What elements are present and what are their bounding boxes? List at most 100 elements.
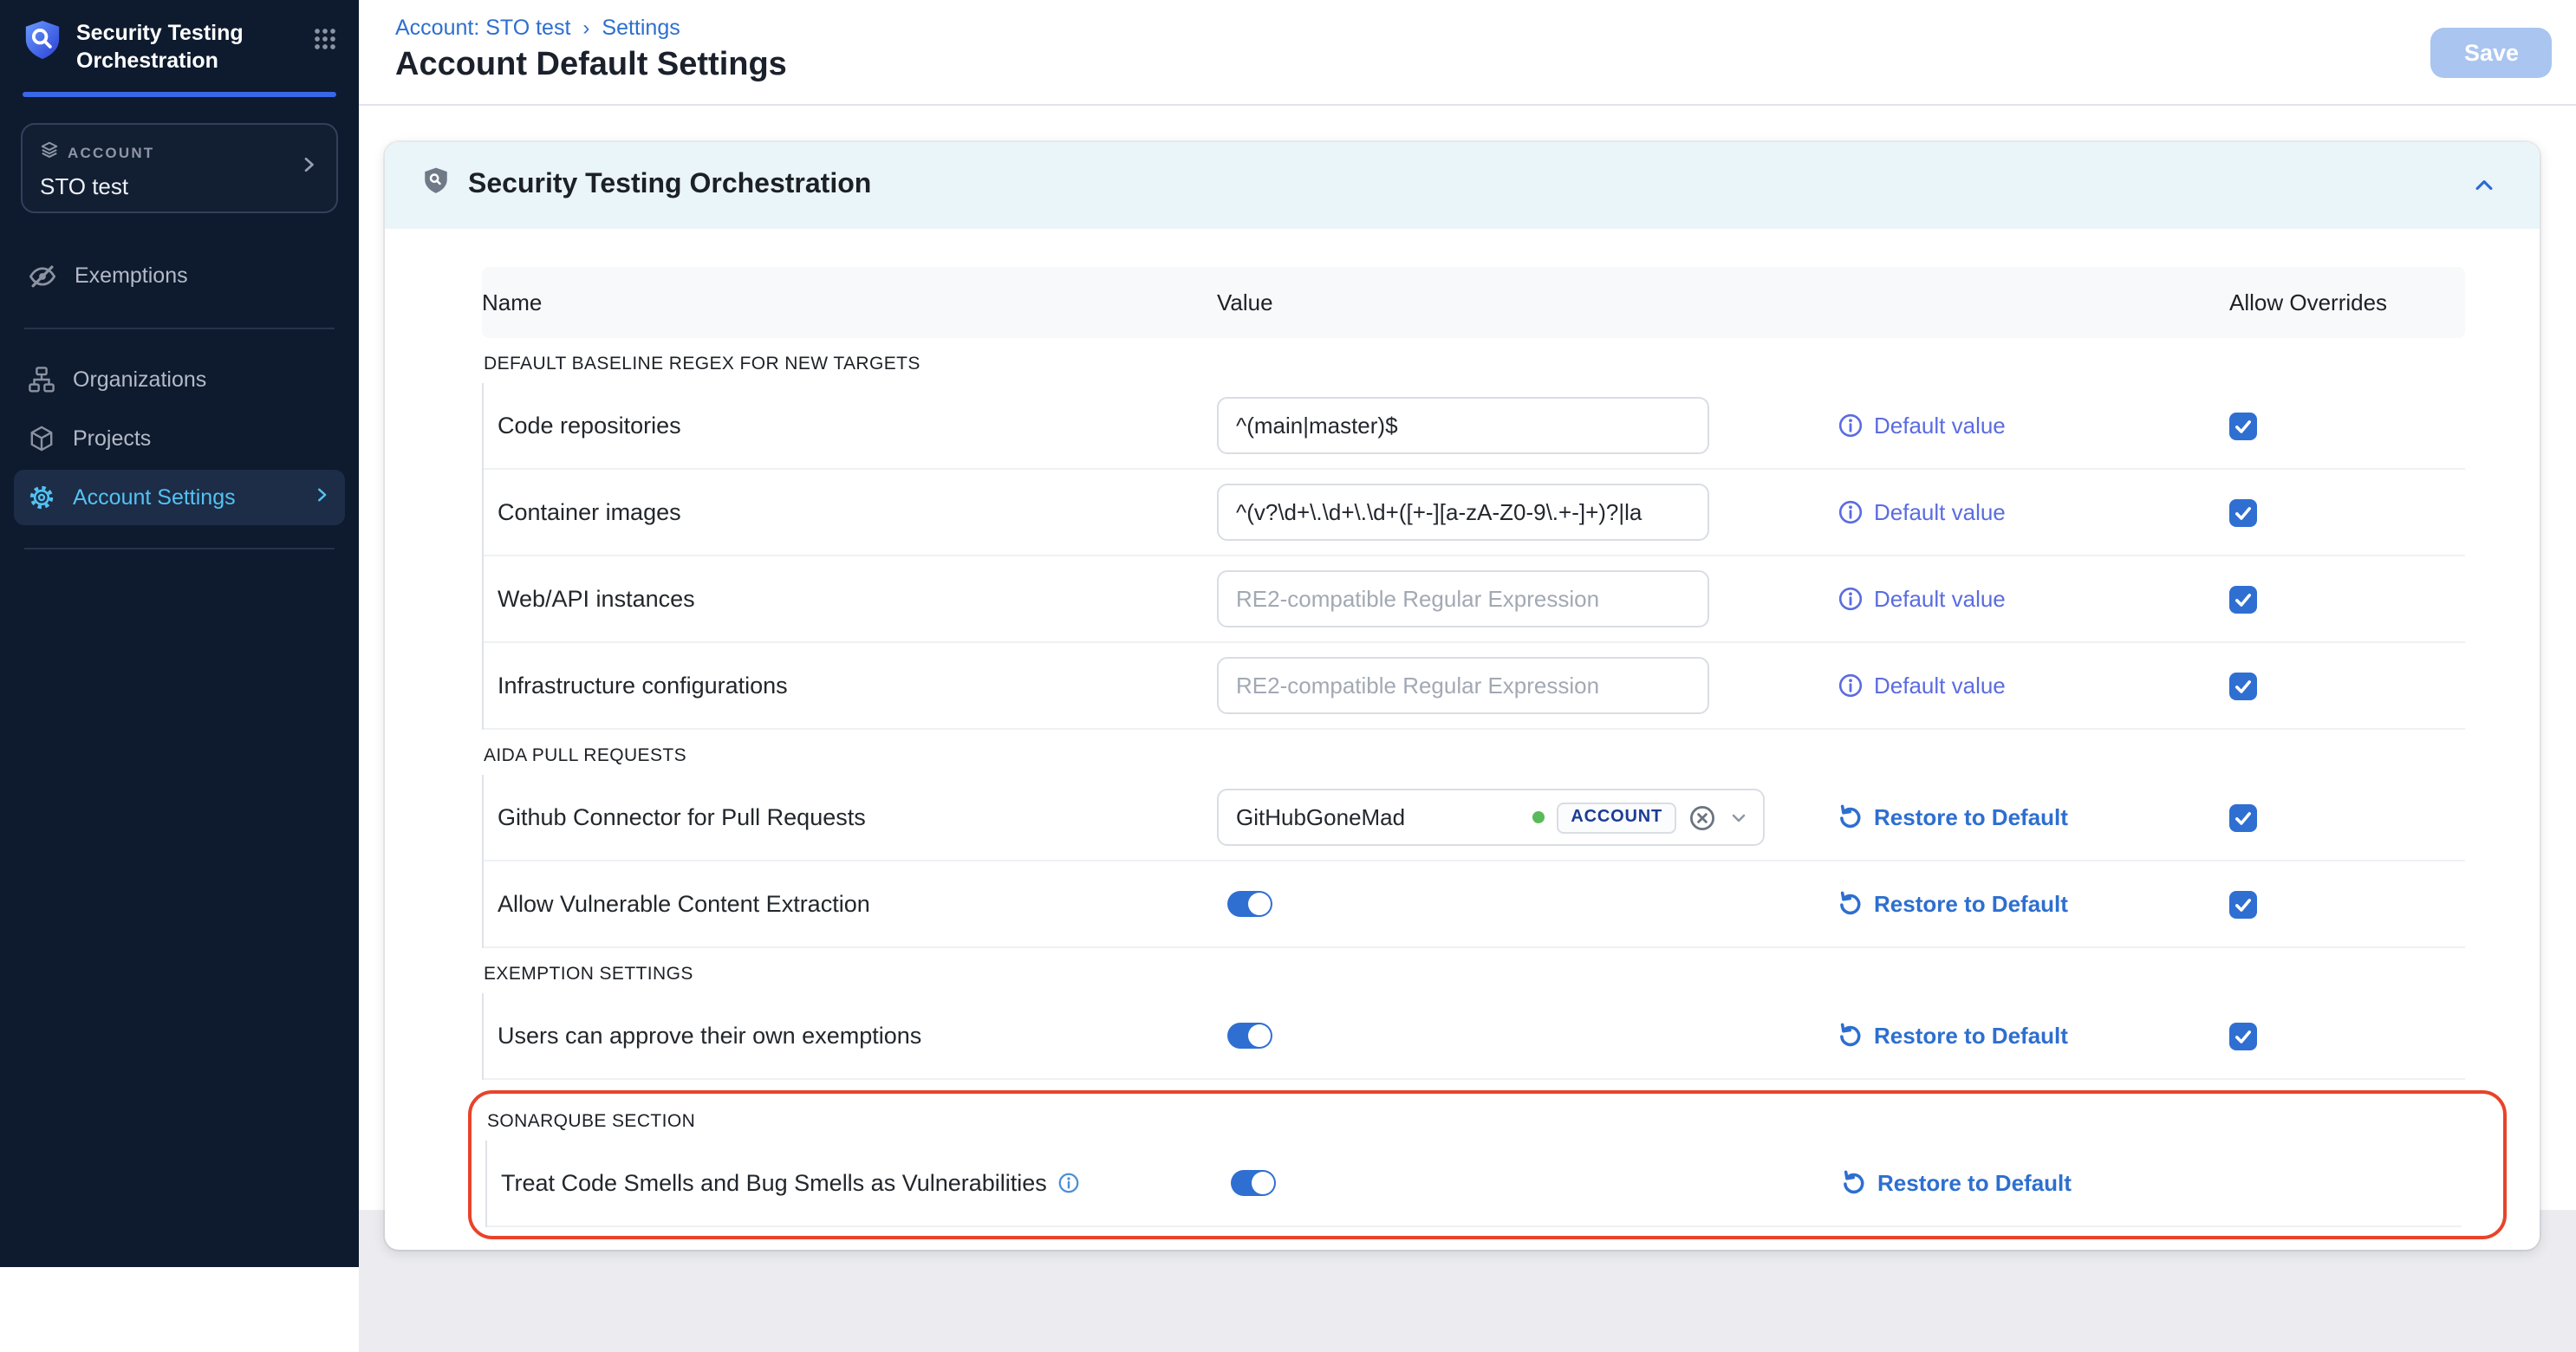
breadcrumb-settings-link[interactable]: Settings xyxy=(602,16,680,40)
connector-select[interactable]: GitHubGoneMadACCOUNT xyxy=(1217,789,1765,846)
app-window: Security Testing Orchestration ACCOUNT S… xyxy=(0,0,2576,1267)
column-header-value: Value xyxy=(1217,289,1838,315)
info-icon xyxy=(1838,586,1864,612)
account-name: STO test xyxy=(40,172,154,198)
table-row: Treat Code Smells and Bug Smells as Vuln… xyxy=(487,1141,2462,1227)
org-chart-icon xyxy=(28,365,55,393)
toggle-switch[interactable] xyxy=(1227,891,1272,917)
table-row: Allow Vulnerable Content Extraction Rest… xyxy=(484,861,2465,948)
allow-overrides-checkbox[interactable] xyxy=(2229,672,2257,699)
connector-status-dot xyxy=(1532,811,1545,823)
restore-icon xyxy=(1838,891,1864,917)
allow-overrides-checkbox[interactable] xyxy=(2229,498,2257,526)
default-value-link[interactable]: Default value xyxy=(1838,413,2006,439)
sidebar-item-projects[interactable]: Projects xyxy=(14,410,345,465)
page-header: Account: STO test › Settings Account Def… xyxy=(359,0,2576,106)
settings-table: Name Value Allow Overrides DEFAULT BASEL… xyxy=(385,229,2540,1250)
sidebar-divider xyxy=(24,327,335,328)
group-label: SONARQUBE SECTION xyxy=(485,1095,2462,1141)
check-icon xyxy=(2233,807,2254,828)
allow-overrides-checkbox[interactable] xyxy=(2229,412,2257,439)
default-value-link[interactable]: Default value xyxy=(1838,499,2006,525)
allow-overrides-checkbox[interactable] xyxy=(2229,1022,2257,1050)
shield-icon xyxy=(423,166,449,205)
value-input[interactable] xyxy=(1217,484,1709,541)
sidebar-item-organizations[interactable]: Organizations xyxy=(14,351,345,406)
sidebar-item-label: Projects xyxy=(73,426,151,450)
check-icon xyxy=(2233,1025,2254,1046)
connector-dropdown-chevron[interactable] xyxy=(1728,807,1749,828)
setting-name: Allow Vulnerable Content Extraction xyxy=(498,891,870,917)
table-header-row: Name Value Allow Overrides xyxy=(482,267,2465,338)
restore-to-default-link[interactable]: Restore to Default xyxy=(1838,891,2068,917)
action-label: Restore to Default xyxy=(1874,804,2068,830)
table-row: Code repositories Default value xyxy=(484,383,2465,470)
chevron-right-icon xyxy=(298,152,319,183)
gear-icon xyxy=(28,483,55,510)
sidebar-divider xyxy=(24,547,335,549)
breadcrumb-account-link[interactable]: Account: STO test xyxy=(395,16,570,40)
restore-icon xyxy=(1838,804,1864,830)
save-button[interactable]: Save xyxy=(2431,28,2552,78)
group-label: DEFAULT BASELINE REGEX FOR NEW TARGETS xyxy=(482,338,2465,383)
app-switcher-grid-icon[interactable] xyxy=(312,26,338,61)
clear-connector-button[interactable] xyxy=(1688,803,1716,831)
value-input[interactable] xyxy=(1217,397,1709,454)
setting-name: Treat Code Smells and Bug Smells as Vuln… xyxy=(501,1170,1047,1196)
info-icon xyxy=(1838,673,1864,699)
annotation-highlight: SONARQUBE SECTION Treat Code Smells and … xyxy=(468,1090,2507,1239)
info-icon xyxy=(1057,1172,1080,1194)
brand: Security Testing Orchestration xyxy=(0,0,359,75)
table-row: Infrastructure configurations Default va… xyxy=(484,643,2465,730)
allow-overrides-checkbox[interactable] xyxy=(2229,803,2257,831)
value-input[interactable] xyxy=(1217,657,1709,714)
sidebar-item-exemptions[interactable]: Exemptions xyxy=(14,247,345,304)
setting-name: Container images xyxy=(498,499,681,525)
layers-icon xyxy=(40,136,59,167)
clear-connector-icon[interactable] xyxy=(1688,803,1716,831)
setting-name: Web/API instances xyxy=(498,586,695,612)
sidebar-item-label: Account Settings xyxy=(73,484,236,509)
group-rows: Code repositories Default value Containe… xyxy=(482,383,2465,730)
restore-to-default-link[interactable]: Restore to Default xyxy=(1841,1170,2072,1196)
scope-badge: ACCOUNT xyxy=(1557,802,1676,833)
app-logo-shield-icon xyxy=(23,19,62,71)
action-label: Restore to Default xyxy=(1874,1023,2068,1049)
default-value-link[interactable]: Default value xyxy=(1838,586,2006,612)
cube-icon xyxy=(28,424,55,452)
info-icon xyxy=(1838,499,1864,525)
brand-underline xyxy=(23,91,336,96)
sidebar-item-label: Exemptions xyxy=(75,263,188,288)
sidebar-menu: Exemptions Organizations Projects Accoun xyxy=(0,244,359,571)
restore-to-default-link[interactable]: Restore to Default xyxy=(1838,804,2068,830)
table-row: Container images Default value xyxy=(484,470,2465,556)
chevron-down-icon[interactable] xyxy=(1728,807,1749,828)
check-icon xyxy=(2233,415,2254,436)
main-area: Account: STO test › Settings Account Def… xyxy=(359,0,2576,1267)
account-scope-card[interactable]: ACCOUNT STO test xyxy=(21,122,338,212)
chevron-up-icon[interactable] xyxy=(2472,173,2496,198)
setting-name: Users can approve their own exemptions xyxy=(498,1023,921,1049)
app-title: Security Testing Orchestration xyxy=(76,19,263,75)
check-icon xyxy=(2233,675,2254,696)
action-label: Default value xyxy=(1874,673,2006,699)
value-input[interactable] xyxy=(1217,570,1709,627)
info-icon xyxy=(1838,413,1864,439)
group-label: EXEMPTION SETTINGS xyxy=(482,948,2465,993)
action-label: Restore to Default xyxy=(1874,891,2068,917)
default-value-link[interactable]: Default value xyxy=(1838,673,2006,699)
allow-overrides-checkbox[interactable] xyxy=(2229,890,2257,918)
check-icon xyxy=(2233,502,2254,523)
restore-to-default-link[interactable]: Restore to Default xyxy=(1838,1023,2068,1049)
group-rows: Github Connector for Pull Requests GitHu… xyxy=(482,775,2465,948)
allow-overrides-checkbox[interactable] xyxy=(2229,585,2257,613)
breadcrumb-separator-icon: › xyxy=(582,16,589,40)
page-title: Account Default Settings xyxy=(395,47,2576,85)
toggle-switch[interactable] xyxy=(1227,1023,1272,1049)
check-icon xyxy=(2233,894,2254,914)
table-row: Web/API instances Default value xyxy=(484,556,2465,643)
toggle-switch[interactable] xyxy=(1231,1170,1276,1196)
content: Security Testing Orchestration Name Valu… xyxy=(359,106,2576,1250)
action-label: Restore to Default xyxy=(1877,1170,2072,1196)
sidebar-item-account-settings[interactable]: Account Settings xyxy=(14,469,345,524)
